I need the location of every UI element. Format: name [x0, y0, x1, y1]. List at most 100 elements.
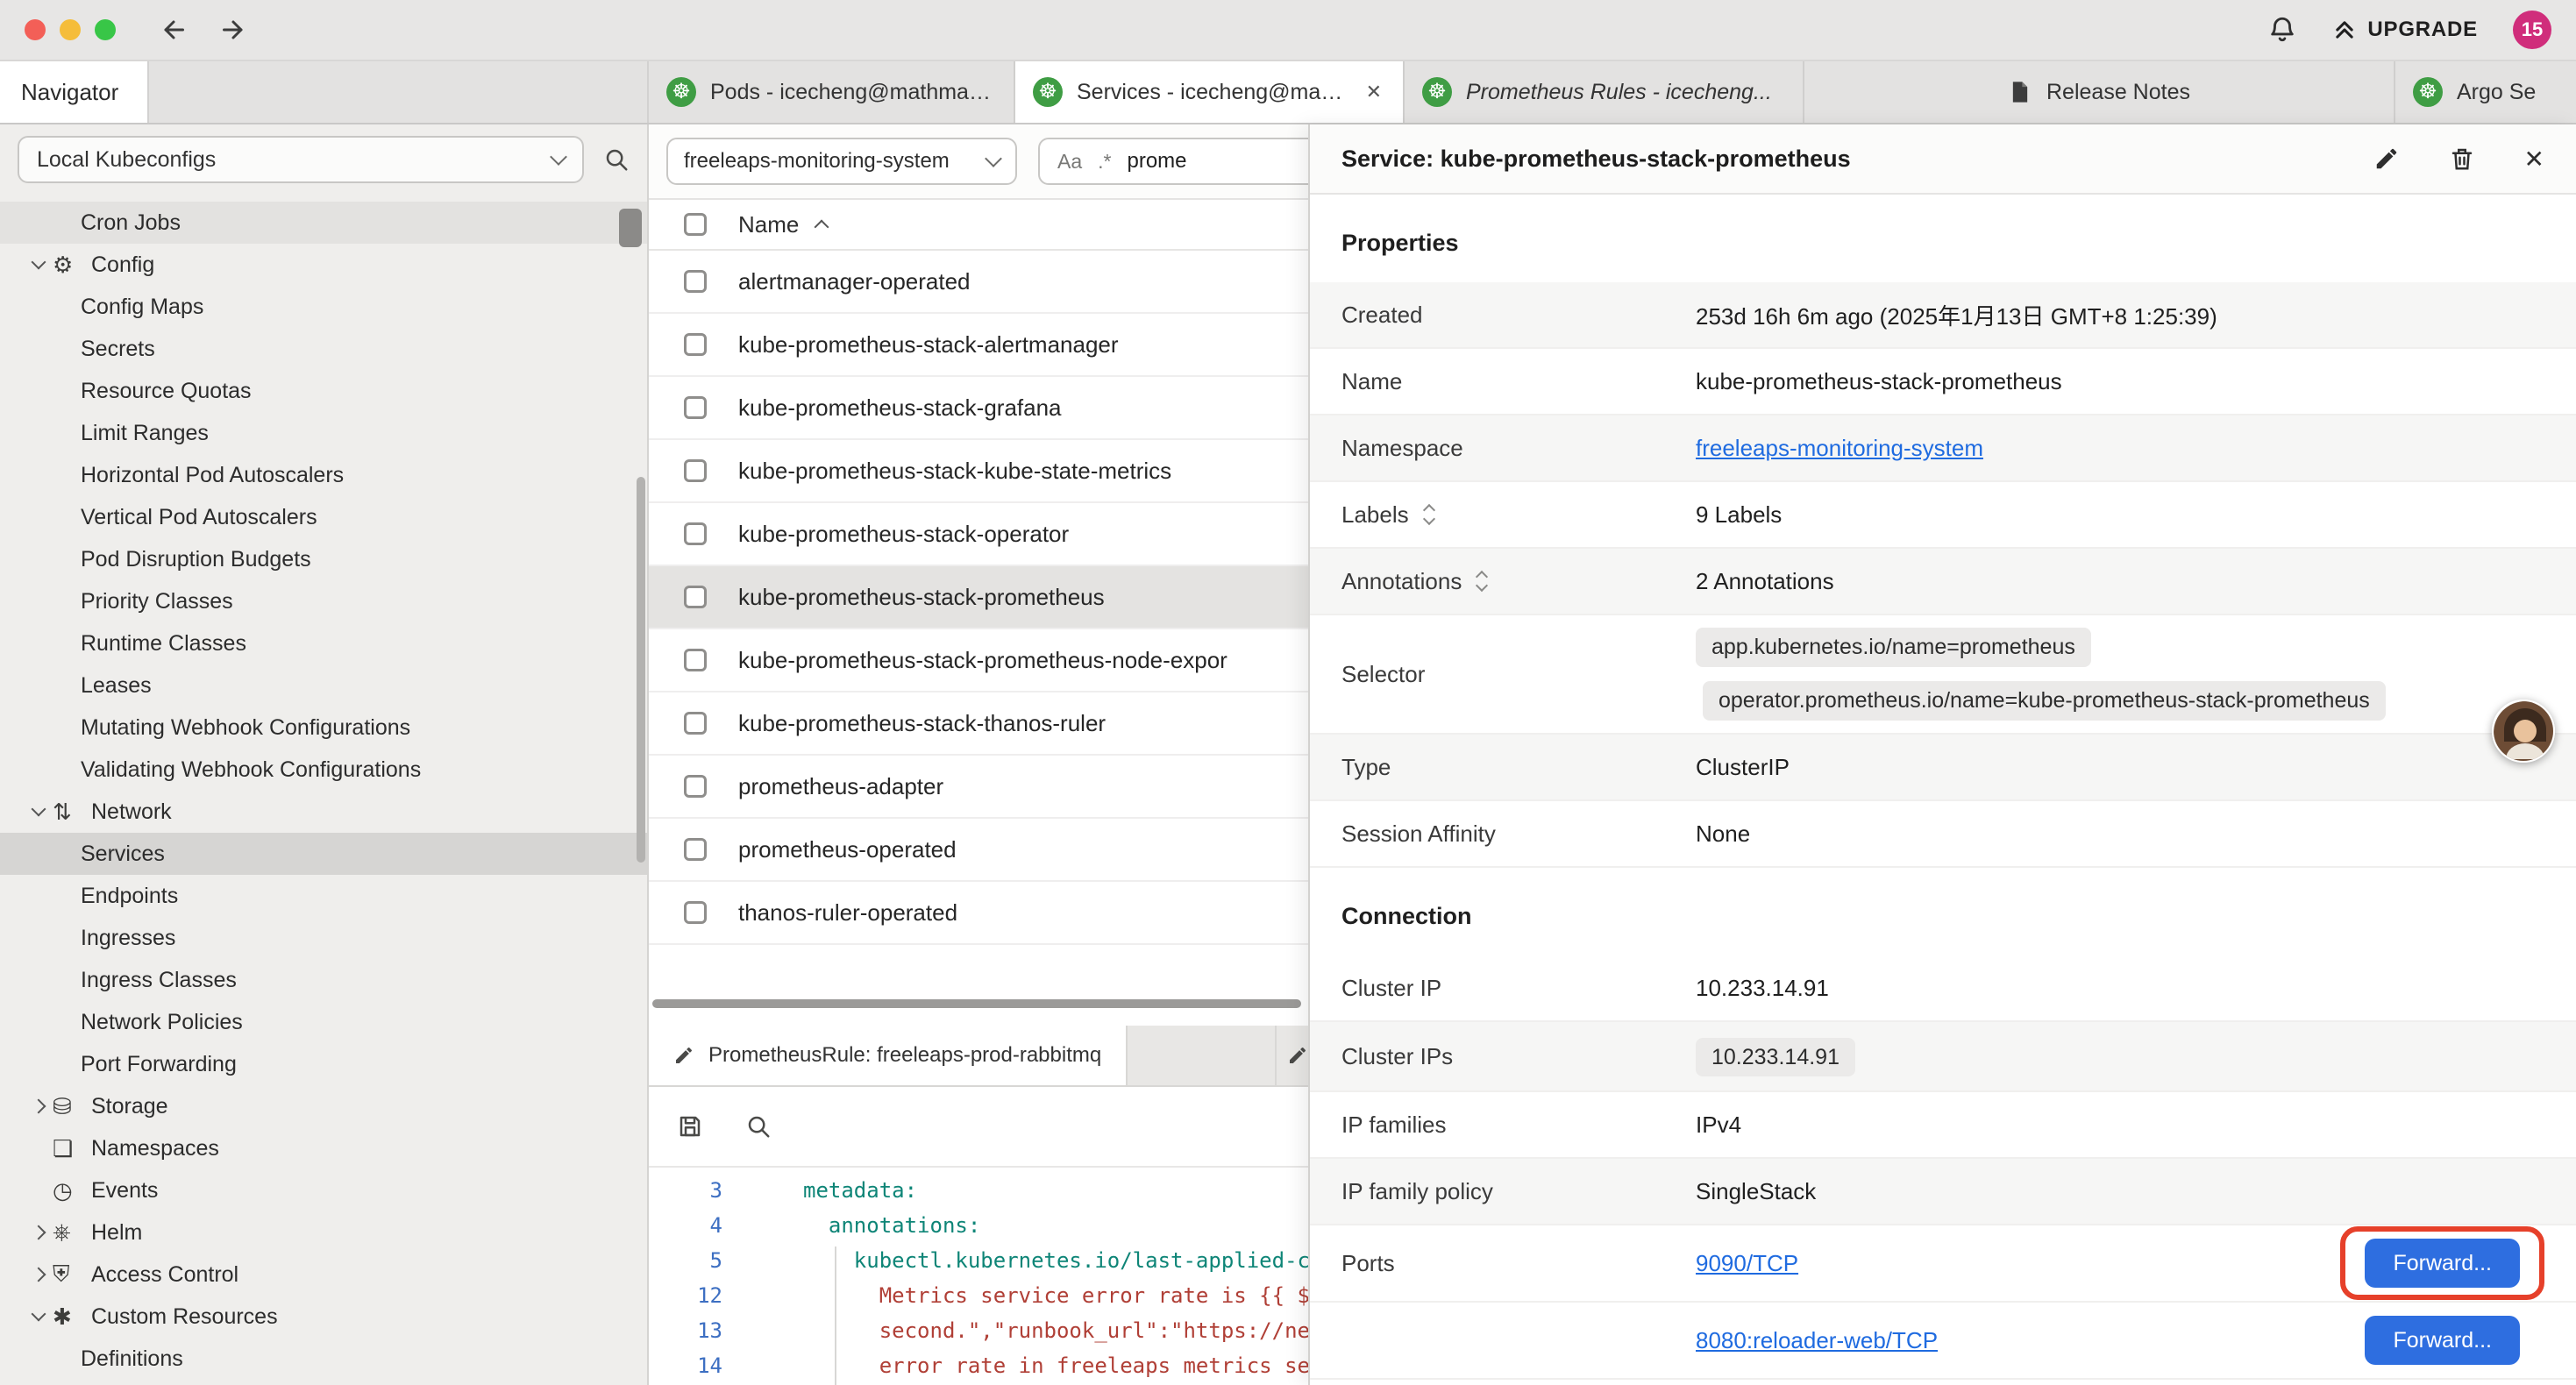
service-row[interactable]: kube-prometheus-stack-kube-state-metrics: [649, 440, 1308, 503]
row-checkbox[interactable]: [684, 838, 707, 861]
tree-item[interactable]: Config Maps: [0, 286, 647, 328]
forward-icon[interactable]: [217, 14, 249, 46]
search-icon[interactable]: [745, 1113, 772, 1140]
tree-item[interactable]: Resource Quotas: [0, 370, 647, 412]
edit-pencil-icon[interactable]: [2373, 146, 2400, 172]
tree-item[interactable]: Leases: [0, 664, 647, 707]
close-drawer-icon[interactable]: [2524, 145, 2544, 174]
port-link[interactable]: 9090/TCP: [1696, 1250, 1798, 1277]
row-checkbox[interactable]: [684, 333, 707, 356]
zoom-window-button[interactable]: [95, 19, 116, 40]
service-row[interactable]: kube-prometheus-stack-alertmanager: [649, 314, 1308, 377]
tree-item[interactable]: Ingress Classes: [0, 959, 647, 1001]
user-avatar[interactable]: [2492, 700, 2555, 763]
tree-item[interactable]: Secrets: [0, 328, 647, 370]
tree-item[interactable]: Runtime Classes: [0, 622, 647, 664]
kubeconfig-bar: Local Kubeconfigs: [0, 124, 647, 195]
horizontal-scrollbar-thumb[interactable]: [652, 999, 1301, 1008]
row-checkbox[interactable]: [684, 586, 707, 608]
tree-item[interactable]: Horizontal Pod Autoscalers: [0, 454, 647, 496]
forward-button[interactable]: Forward...: [2365, 1239, 2520, 1288]
scrollbar-thumb[interactable]: [619, 209, 642, 247]
row-checkbox[interactable]: [684, 459, 707, 482]
service-row[interactable]: kube-prometheus-stack-prometheus-node-ex…: [649, 629, 1308, 692]
service-row[interactable]: thanos-ruler-operated: [649, 882, 1308, 945]
row-checkbox[interactable]: [684, 649, 707, 671]
chevron-icon: [25, 1261, 53, 1289]
expand-toggle-icon[interactable]: [1425, 506, 1434, 523]
tab-release-notes[interactable]: Release Notes: [1804, 61, 2395, 123]
regex-toggle[interactable]: .*: [1098, 150, 1111, 174]
notifications-bell-icon[interactable]: [2267, 15, 2297, 45]
tree-item[interactable]: Definitions: [0, 1338, 647, 1380]
row-checkbox[interactable]: [684, 270, 707, 293]
row-checkbox[interactable]: [684, 522, 707, 545]
minimize-window-button[interactable]: [60, 19, 81, 40]
tab-pods[interactable]: Pods - icecheng@mathmas...: [649, 61, 1015, 123]
tab-prometheus-rules[interactable]: Prometheus Rules - icecheng...: [1405, 61, 1804, 123]
row-checkbox[interactable]: [684, 901, 707, 924]
tree-item-icon: ✱: [53, 1303, 91, 1331]
delete-trash-icon[interactable]: [2449, 146, 2475, 172]
service-row[interactable]: prometheus-operated: [649, 819, 1308, 882]
expand-toggle-icon[interactable]: [1477, 572, 1486, 590]
match-case-toggle[interactable]: Aa: [1057, 150, 1082, 174]
tree-item[interactable]: ⛨ Access Control: [0, 1254, 647, 1296]
tree-item[interactable]: Pod Disruption Budgets: [0, 538, 647, 580]
select-all-checkbox[interactable]: [684, 213, 707, 236]
tree-item[interactable]: Vertical Pod Autoscalers: [0, 496, 647, 538]
filter-search-input[interactable]: Aa .* prome: [1038, 138, 1308, 185]
tree-item[interactable]: Cron Jobs: [0, 202, 647, 244]
row-checkbox[interactable]: [684, 712, 707, 735]
notification-count-badge[interactable]: 15: [2513, 11, 2551, 49]
navigator-panel-tab[interactable]: Navigator: [0, 61, 149, 123]
name-column-header[interactable]: Name: [738, 211, 799, 238]
close-tab-icon[interactable]: [1363, 77, 1385, 107]
namespace-link[interactable]: freeleaps-monitoring-system: [1696, 435, 1983, 461]
sort-ascending-icon[interactable]: [815, 220, 829, 235]
service-name: prometheus-operated: [738, 836, 957, 863]
tree-item-icon: ⛁: [53, 1093, 91, 1120]
tree-item[interactable]: Network Policies: [0, 1001, 647, 1043]
tree-item[interactable]: ◷ Events: [0, 1169, 647, 1211]
row-checkbox[interactable]: [684, 396, 707, 419]
service-row[interactable]: alertmanager-operated: [649, 251, 1308, 314]
editor-tab-next[interactable]: [1275, 1026, 1308, 1085]
tree-item[interactable]: Services: [0, 833, 647, 875]
tree-item[interactable]: ⎈ Helm: [0, 1211, 647, 1254]
tree-item[interactable]: Priority Classes: [0, 580, 647, 622]
kubernetes-cluster-icon: [2413, 77, 2443, 107]
tree-item[interactable]: ❏ Namespaces: [0, 1127, 647, 1169]
yaml-editor[interactable]: 3 metadata: 4 annotations: 5 kubectl.kub…: [649, 1168, 1308, 1385]
row-checkbox[interactable]: [684, 775, 707, 798]
tree-item[interactable]: Validating Webhook Configurations: [0, 749, 647, 791]
tree-item[interactable]: ⇅ Network: [0, 791, 647, 833]
service-row[interactable]: kube-prometheus-stack-prometheus: [649, 566, 1308, 629]
upgrade-button[interactable]: UPGRADE: [2332, 18, 2478, 42]
namespace-select[interactable]: freeleaps-monitoring-system: [666, 138, 1017, 185]
forward-button[interactable]: Forward...: [2365, 1316, 2520, 1365]
editor-tab-prometheusrule[interactable]: PrometheusRule: freeleaps-prod-rabbitmq: [649, 1026, 1128, 1085]
kubeconfig-select[interactable]: Local Kubeconfigs: [18, 136, 584, 183]
service-row[interactable]: kube-prometheus-stack-grafana: [649, 377, 1308, 440]
tab-services[interactable]: Services - icecheng@math...: [1015, 61, 1405, 123]
search-icon[interactable]: [603, 146, 630, 173]
tab-argo[interactable]: Argo Se: [2395, 61, 2576, 123]
service-row[interactable]: kube-prometheus-stack-operator: [649, 503, 1308, 566]
tree-item[interactable]: Mutating Webhook Configurations: [0, 707, 647, 749]
tree-item[interactable]: Limit Ranges: [0, 412, 647, 454]
close-window-button[interactable]: [25, 19, 46, 40]
service-row[interactable]: kube-prometheus-stack-thanos-ruler: [649, 692, 1308, 756]
back-icon[interactable]: [158, 14, 189, 46]
tab-label: Argo Se: [2457, 80, 2536, 105]
save-icon[interactable]: [677, 1113, 703, 1140]
service-row[interactable]: prometheus-adapter: [649, 756, 1308, 819]
tree-item[interactable]: Endpoints: [0, 875, 647, 917]
tree-item[interactable]: ✱ Custom Resources: [0, 1296, 647, 1338]
tree-item[interactable]: Port Forwarding: [0, 1043, 647, 1085]
tree-item[interactable]: ⛁ Storage: [0, 1085, 647, 1127]
port-link[interactable]: 8080:reloader-web/TCP: [1696, 1327, 1938, 1354]
tree-item[interactable]: ⚙ Config: [0, 244, 647, 286]
scrollbar-thumb[interactable]: [637, 477, 645, 863]
tree-item[interactable]: Ingresses: [0, 917, 647, 959]
